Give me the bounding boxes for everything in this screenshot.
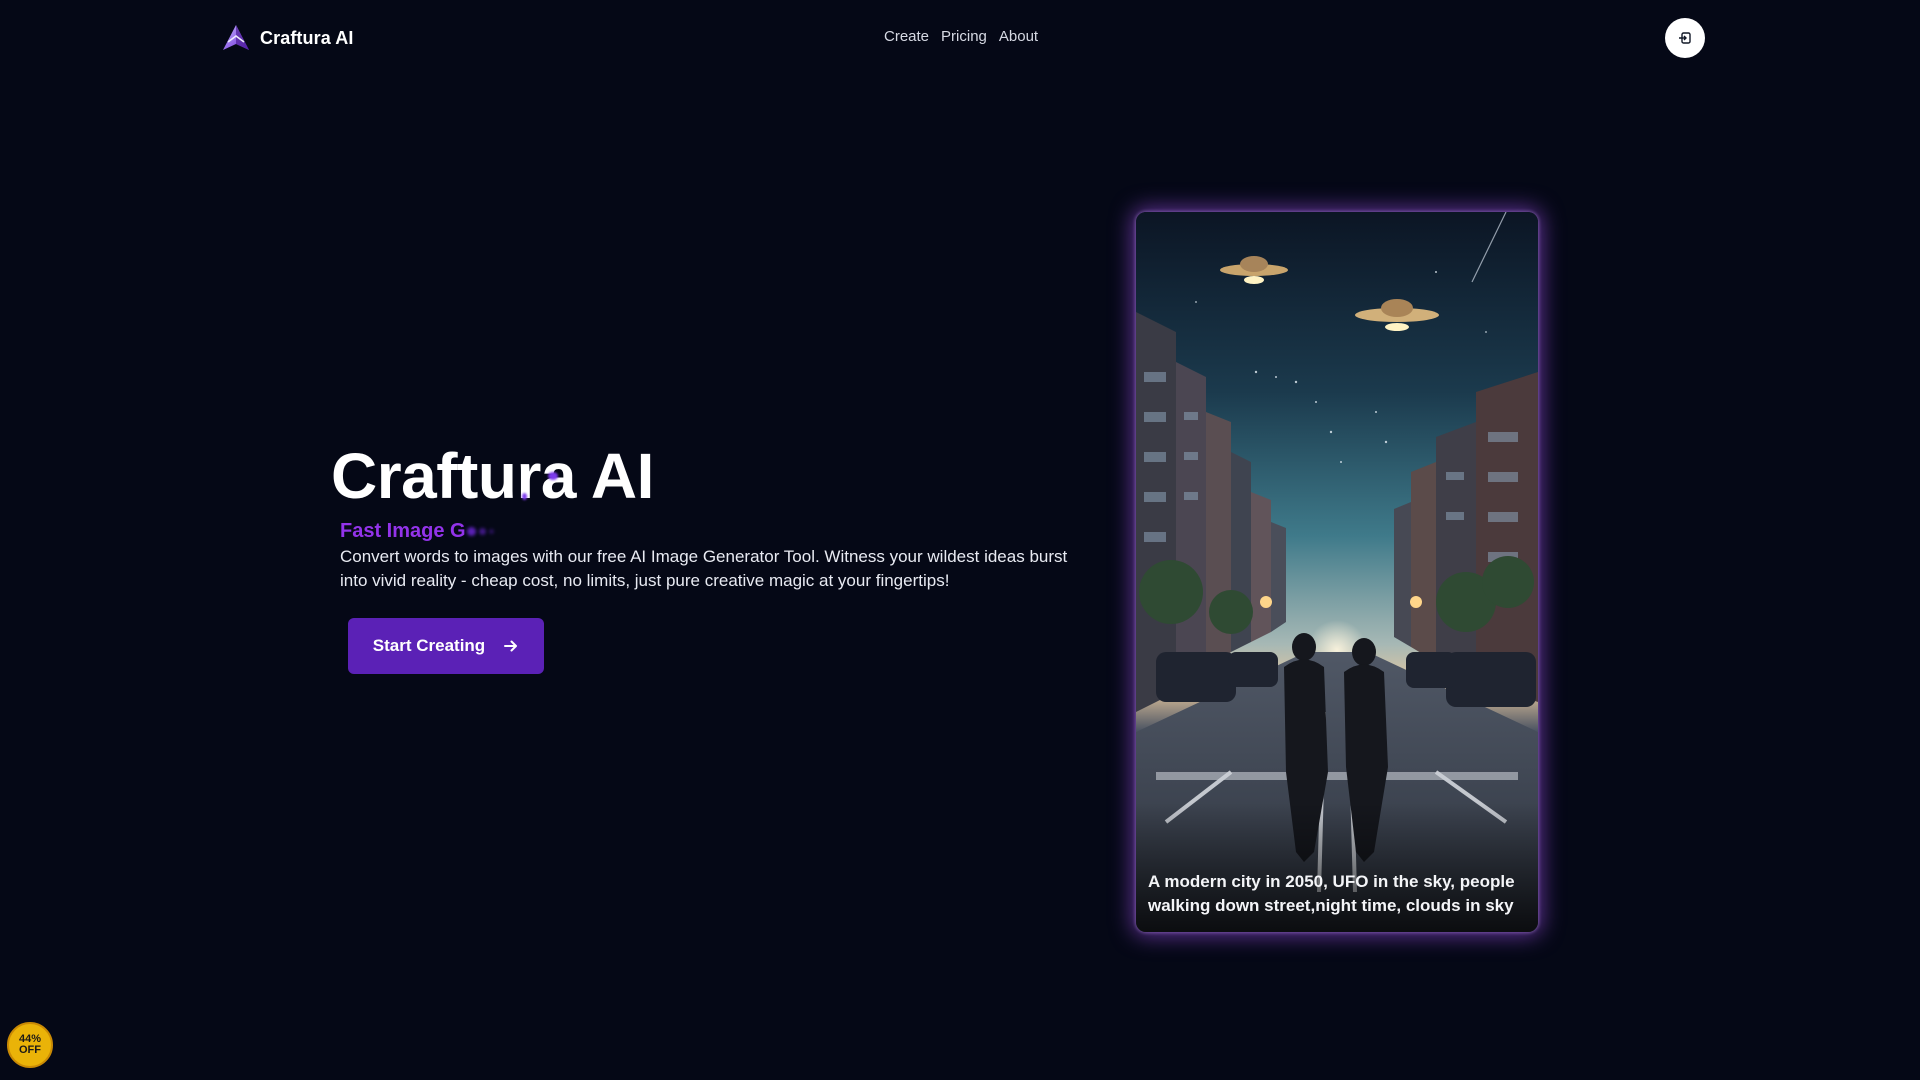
start-creating-button[interactable]: Start Creating xyxy=(348,618,544,674)
login-button[interactable] xyxy=(1665,18,1705,58)
typed-text: Fast Image G xyxy=(340,520,466,542)
typing-subtitle: Fast Image G xyxy=(340,520,494,543)
hero-title: Craftura AI xyxy=(331,440,654,512)
hero-description: Convert words to images with our free AI… xyxy=(340,547,1068,590)
sparkle-decoration xyxy=(548,472,558,480)
showcase-caption: A modern city in 2050, UFO in the sky, p… xyxy=(1148,872,1515,915)
brand-logo-icon xyxy=(223,25,249,50)
nav-create[interactable]: Create xyxy=(884,28,929,45)
typing-cursor xyxy=(466,527,494,536)
showcase-card[interactable]: A modern city in 2050, UFO in the sky, p… xyxy=(1136,212,1538,932)
discount-badge[interactable]: 44% OFF xyxy=(7,1022,53,1068)
sparkle-decoration xyxy=(522,493,527,500)
login-icon xyxy=(1679,32,1691,44)
brand-name: Craftura AI xyxy=(260,27,354,48)
showcase-image xyxy=(1136,212,1538,932)
site-header: Craftura AI Create Pricing About xyxy=(0,0,1920,76)
main-nav: Create Pricing About xyxy=(884,28,1038,45)
brand-link[interactable]: Craftura AI xyxy=(220,22,353,54)
discount-off: OFF xyxy=(19,1044,41,1056)
nav-about[interactable]: About xyxy=(999,28,1038,45)
nav-pricing[interactable]: Pricing xyxy=(941,28,987,45)
arrow-right-icon xyxy=(504,640,518,652)
cta-label: Start Creating xyxy=(372,636,486,655)
